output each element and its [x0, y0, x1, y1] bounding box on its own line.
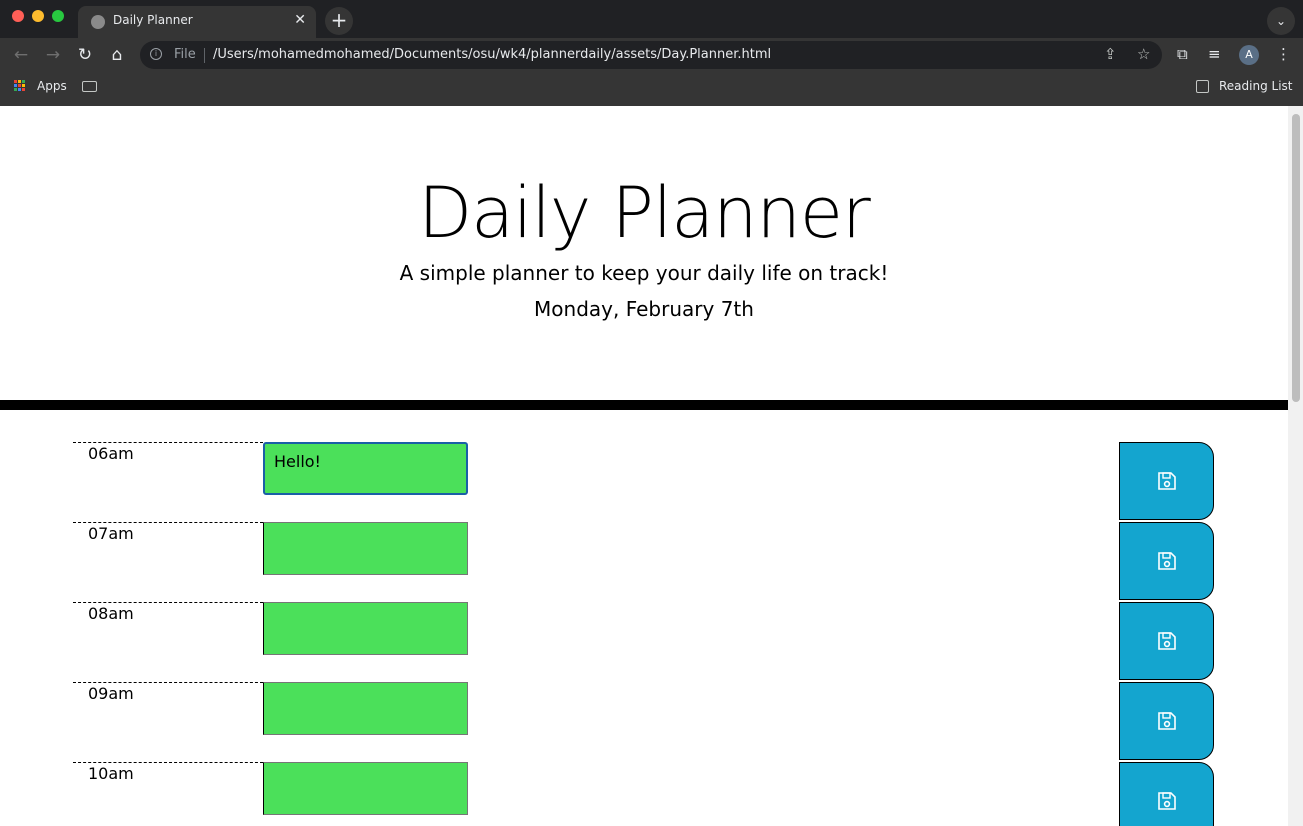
new-tab-button[interactable]: +	[325, 7, 353, 35]
url-scheme: File	[174, 47, 196, 62]
omnibox-separator	[204, 48, 205, 63]
tab-title: Daily Planner	[113, 13, 193, 27]
hour-label: 06am	[73, 442, 263, 522]
page-content: Daily Planner A simple planner to keep y…	[0, 106, 1288, 826]
info-icon[interactable]: i	[150, 48, 162, 60]
header-divider	[0, 400, 1288, 410]
time-block-row: 08am	[73, 602, 1214, 682]
close-tab-icon[interactable]: ✕	[294, 12, 306, 28]
menu-kebab-icon[interactable]: ⋮	[1276, 45, 1291, 63]
tab-strip: Daily Planner ✕ + ⌄	[0, 0, 1303, 38]
hour-label: 07am	[73, 522, 263, 602]
description-input[interactable]: Hello!	[263, 442, 468, 495]
description-input[interactable]	[263, 602, 468, 655]
description-input[interactable]	[263, 522, 468, 575]
profile-avatar[interactable]: A	[1239, 45, 1259, 65]
address-bar[interactable]: i File /Users/mohamedmohamed/Documents/o…	[140, 41, 1162, 69]
extensions-icon[interactable]: ⧉	[1177, 45, 1188, 63]
tab-search-button[interactable]: ⌄	[1267, 7, 1295, 35]
bookmark-star-icon[interactable]: ☆	[1137, 45, 1150, 63]
time-block-row: 06am Hello!	[73, 442, 1214, 522]
browser-chrome: Daily Planner ✕ + ⌄ ← → ↻ ⌂ i File /User…	[0, 0, 1303, 106]
page-lead: A simple planner to keep your daily life…	[399, 261, 889, 285]
tab-daily-planner[interactable]: Daily Planner ✕	[78, 6, 316, 38]
apps-grid-icon[interactable]	[14, 80, 26, 92]
page-scrollbar[interactable]	[1288, 106, 1303, 826]
maximize-window-button[interactable]	[52, 10, 64, 22]
save-icon	[1158, 712, 1176, 730]
reading-list-icon[interactable]	[1196, 80, 1209, 93]
save-button[interactable]	[1119, 522, 1214, 600]
home-button[interactable]: ⌂	[106, 44, 128, 66]
description-input[interactable]	[263, 682, 468, 735]
current-day: Monday, February 7th	[534, 297, 754, 321]
save-button[interactable]	[1119, 682, 1214, 760]
minimize-window-button[interactable]	[32, 10, 44, 22]
jumbotron: Daily Planner A simple planner to keep y…	[0, 106, 1288, 400]
share-icon[interactable]: ⇪	[1104, 45, 1117, 63]
save-icon	[1158, 472, 1176, 490]
save-button[interactable]	[1119, 602, 1214, 680]
reading-list-button[interactable]: Reading List	[1219, 79, 1293, 93]
media-control-icon[interactable]: ≡	[1208, 45, 1221, 63]
apps-bookmark[interactable]: Apps	[37, 79, 67, 93]
save-button[interactable]	[1119, 442, 1214, 520]
globe-icon	[91, 15, 105, 29]
folder-icon[interactable]	[82, 81, 97, 92]
time-block-row: 09am	[73, 682, 1214, 762]
url-text[interactable]: /Users/mohamedmohamed/Documents/osu/wk4/…	[213, 47, 771, 62]
time-block-row: 07am	[73, 522, 1214, 602]
hour-label: 09am	[73, 682, 263, 762]
save-button[interactable]	[1119, 762, 1214, 826]
description-input[interactable]	[263, 762, 468, 815]
hour-label: 10am	[73, 762, 263, 826]
save-icon	[1158, 792, 1176, 810]
reload-button[interactable]: ↻	[74, 44, 96, 66]
forward-button[interactable]: →	[42, 44, 64, 66]
scrollbar-thumb[interactable]	[1292, 114, 1300, 402]
hour-label: 08am	[73, 602, 263, 682]
back-button[interactable]: ←	[10, 44, 32, 66]
close-window-button[interactable]	[12, 10, 24, 22]
page-title: Daily Planner	[418, 172, 871, 254]
bookmarks-bar: Apps Reading List	[0, 76, 1303, 98]
save-icon	[1158, 632, 1176, 650]
time-block-row: 10am	[73, 762, 1214, 826]
save-icon	[1158, 552, 1176, 570]
